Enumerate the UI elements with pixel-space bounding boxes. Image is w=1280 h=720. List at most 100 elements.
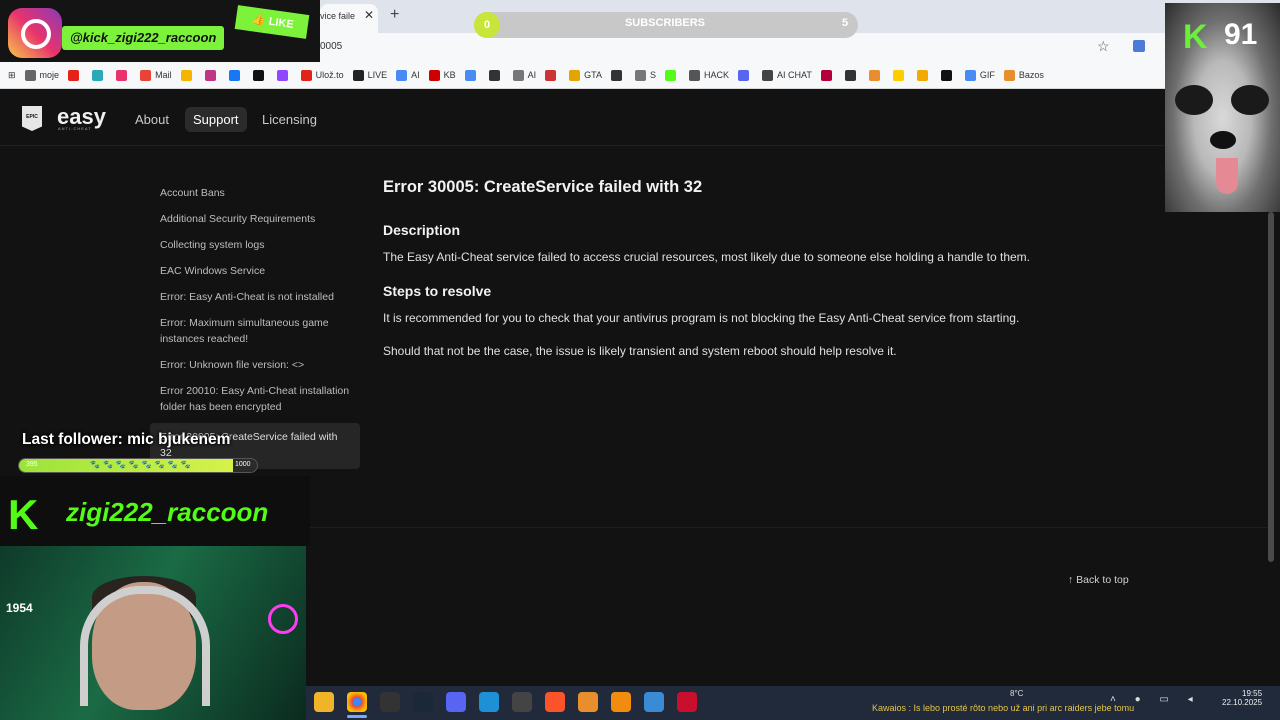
bookmark-site-14[interactable]: [464, 69, 480, 81]
bookmark-star-icon[interactable]: ☆: [1097, 38, 1110, 55]
bookmark-favicon-icon: [24, 69, 36, 81]
bookmark-site-8[interactable]: [252, 69, 268, 81]
bookmark-ai[interactable]: AI: [396, 69, 420, 81]
sidebar-item-windows-service[interactable]: EAC Windows Service: [150, 261, 360, 287]
taskbar-clock[interactable]: 19:55 22.10.2025: [1222, 689, 1262, 707]
vlc-icon[interactable]: [611, 692, 631, 712]
bookmark-site-17[interactable]: [545, 69, 560, 81]
bookmark-label: S: [650, 70, 657, 80]
edge-icon[interactable]: [479, 692, 499, 712]
sidebar-item-security-requirements[interactable]: Additional Security Requirements: [150, 209, 360, 235]
sidebar-item-account-bans[interactable]: Account Bans: [150, 183, 360, 209]
chrome-icon[interactable]: [347, 692, 367, 712]
webcam-feed: 1954: [0, 546, 306, 720]
subscriber-goal-label: SUBSCRIBERS: [624, 17, 706, 29]
bookmark-favicon-icon: [204, 69, 216, 81]
instagram-handle: @kick_zigi222_raccoon: [62, 26, 225, 50]
bookmark-label: Ulož.to: [315, 70, 344, 80]
description-heading: Description: [383, 222, 461, 238]
bookmark-site-2[interactable]: [92, 69, 107, 81]
nav-about[interactable]: About: [127, 107, 177, 132]
bookmark-ai-chat[interactable]: AI CHAT: [762, 69, 812, 81]
file-explorer-icon[interactable]: [314, 692, 334, 712]
bookmark-gif[interactable]: GIF: [964, 69, 995, 81]
url-field[interactable]: 0005: [320, 41, 342, 52]
bookmark-site-29[interactable]: [916, 69, 932, 81]
system-tray-icons[interactable]: ˄ ● ▭ ◂: [1110, 694, 1201, 705]
nav-licensing[interactable]: Licensing: [254, 107, 325, 132]
epic-games-logo[interactable]: EPIC: [22, 106, 42, 131]
calculator-icon[interactable]: [644, 692, 664, 712]
bookmark-site-7[interactable]: [228, 69, 244, 81]
bookmark-site-15[interactable]: [488, 69, 504, 81]
translate-extension-icon[interactable]: [1133, 40, 1145, 52]
steam-icon[interactable]: [413, 692, 433, 712]
bookmark-live[interactable]: LIVE: [352, 69, 387, 81]
bookmark-favicon-icon: [892, 69, 904, 81]
bookmark-favicon-icon: [545, 69, 557, 81]
sidebar-item-unknown-version[interactable]: Error: Unknown file version: <>: [150, 355, 360, 381]
subscriber-count: 0: [474, 12, 500, 38]
bookmark-favicon-icon: [428, 69, 440, 81]
bookmark-site-21[interactable]: [665, 69, 680, 81]
last-follower-text: Last follower: mic bjukenem: [22, 431, 231, 448]
bookmark-site-26[interactable]: [844, 69, 860, 81]
instagram-icon: [8, 8, 62, 58]
progress-max: 1000: [235, 461, 251, 468]
app-icon[interactable]: [578, 692, 598, 712]
bookmark-site-27[interactable]: [868, 69, 884, 81]
bookmark-bazos[interactable]: Bazos: [1003, 69, 1044, 81]
vivaldi-icon[interactable]: [677, 692, 697, 712]
instagram-overlay: @kick_zigi222_raccoon 👍 LIKE: [0, 0, 320, 62]
bookmark-favicon-icon: [916, 69, 928, 81]
close-tab-icon[interactable]: ✕: [364, 8, 374, 22]
bookmark-site-19[interactable]: [611, 69, 626, 81]
bookmark-site-28[interactable]: [892, 69, 908, 81]
new-tab-icon[interactable]: +: [390, 6, 399, 24]
bookmark-label: GIF: [979, 70, 995, 80]
obs-icon[interactable]: [512, 692, 532, 712]
bookmark-mail[interactable]: Mail: [140, 69, 172, 81]
bookmark-site-5[interactable]: [180, 69, 196, 81]
bookmark-favicon-icon: [868, 69, 880, 81]
bookmark-favicon-icon: [276, 69, 288, 81]
paw-icons: 🐾🐾🐾🐾🐾🐾🐾🐾: [90, 460, 194, 469]
sidebar-item-max-instances[interactable]: Error: Maximum simultaneous game instanc…: [150, 313, 360, 355]
bookmark-site-30[interactable]: [940, 69, 956, 81]
bookmark-favicon-icon: [569, 69, 581, 81]
bookmark-ulo-to[interactable]: Ulož.to: [300, 69, 344, 81]
bookmark-site-23[interactable]: [738, 69, 753, 81]
subscriber-goal-target: 5: [842, 17, 849, 29]
bookmark-favicon-icon: [140, 69, 152, 81]
bookmark-favicon-icon: [300, 69, 312, 81]
brave-icon[interactable]: [545, 692, 565, 712]
bookmark-ai[interactable]: AI: [512, 69, 536, 81]
apps-grid-icon[interactable]: ⊞: [8, 70, 16, 81]
epic-launcher-icon[interactable]: [380, 692, 400, 712]
bookmark-site-3[interactable]: [116, 69, 131, 81]
sidebar-item-error-20010[interactable]: Error 20010: Easy Anti-Cheat installatio…: [150, 381, 360, 423]
sidebar-item-not-installed[interactable]: Error: Easy Anti-Cheat is not installed: [150, 287, 360, 313]
bookmark-site-1[interactable]: [68, 69, 83, 81]
bookmark-hack[interactable]: HACK: [689, 69, 729, 81]
bookmark-label: KB: [443, 70, 456, 80]
back-to-top-link[interactable]: ↑ Back to top: [1068, 574, 1129, 586]
webcam-counter: 1954: [6, 601, 33, 615]
bookmark-favicon-icon: [665, 69, 677, 81]
nav-support[interactable]: Support: [185, 107, 247, 132]
bookmark-favicon-icon: [635, 69, 646, 81]
bookmark-favicon-icon: [820, 69, 832, 81]
bookmark-s[interactable]: S: [635, 69, 657, 81]
bookmark-moje[interactable]: moje: [24, 69, 59, 81]
sidebar-item-system-logs[interactable]: Collecting system logs: [150, 235, 360, 261]
weather-temperature[interactable]: 8°C: [1010, 689, 1023, 698]
bookmark-gta[interactable]: GTA: [569, 69, 602, 81]
tab-title: vice faile: [320, 11, 356, 21]
page-scrollbar[interactable]: [1268, 212, 1274, 562]
discord-icon[interactable]: [446, 692, 466, 712]
bookmark-site-9[interactable]: [276, 69, 292, 81]
bookmark-site-25[interactable]: [820, 69, 836, 81]
bookmark-favicon-icon: [116, 69, 128, 81]
bookmark-kb[interactable]: KB: [428, 69, 456, 81]
bookmark-site-6[interactable]: [204, 69, 220, 81]
